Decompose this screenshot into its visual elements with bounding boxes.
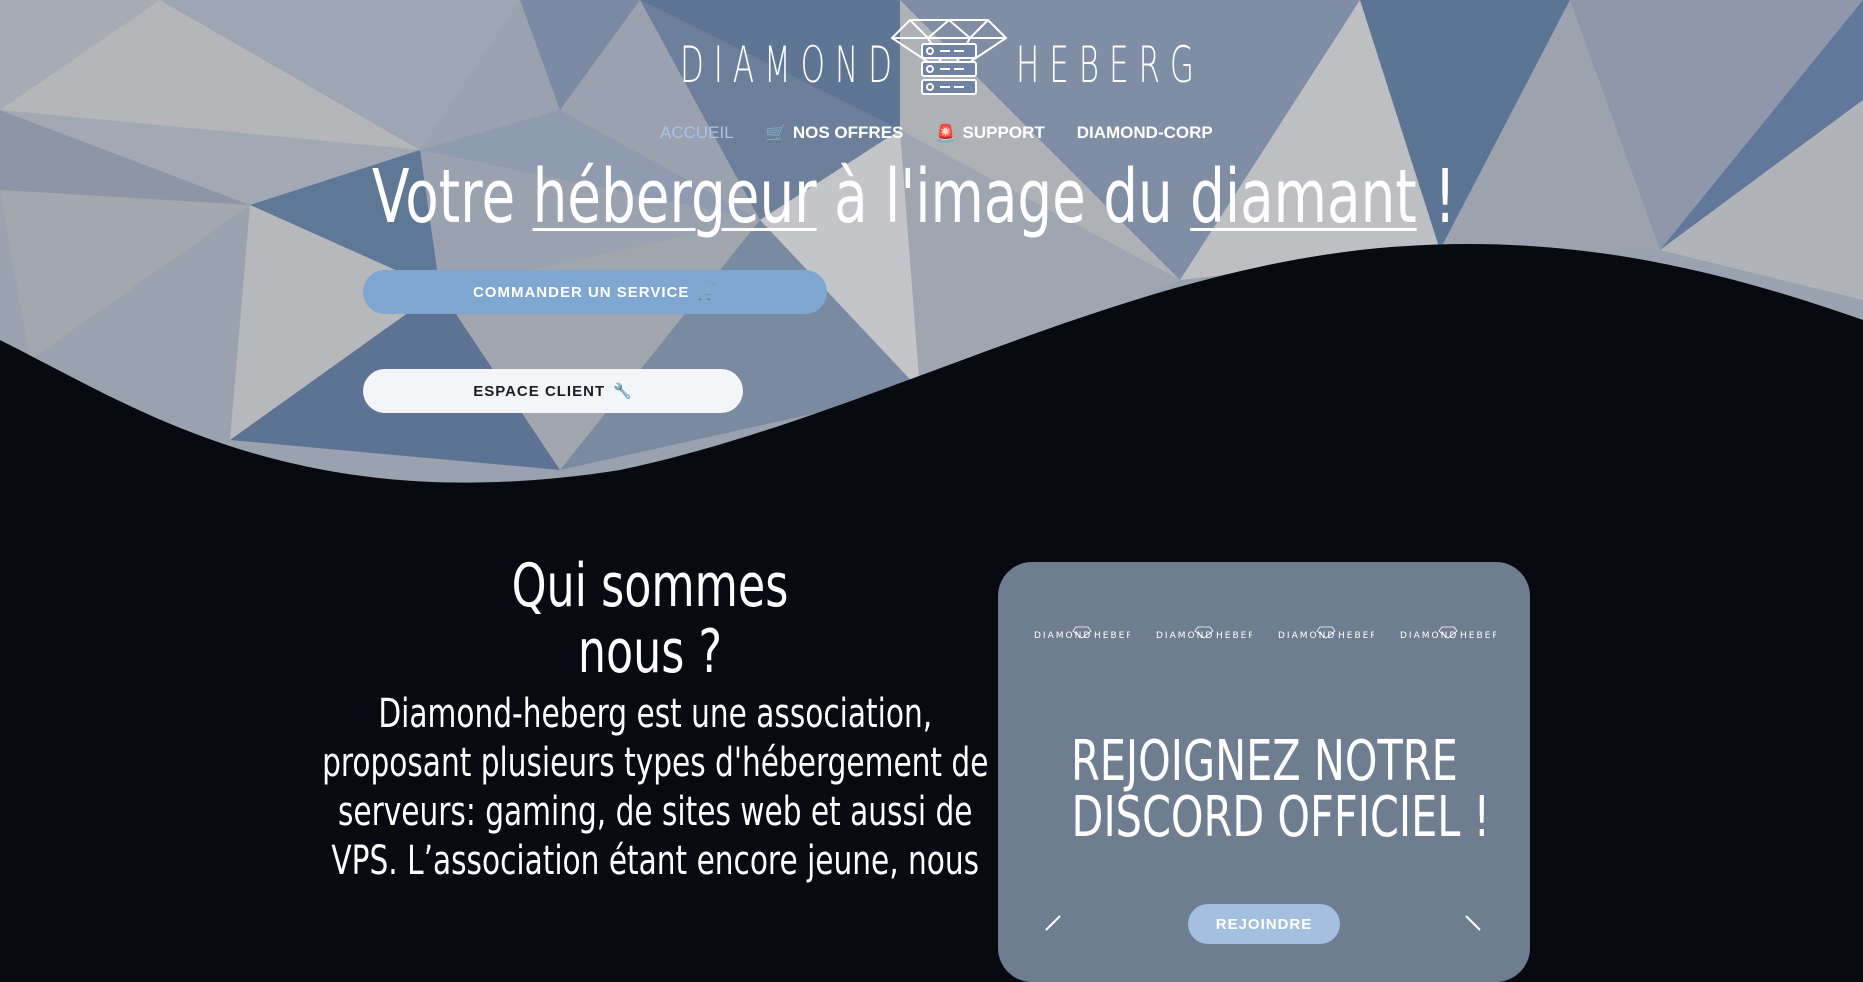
- svg-text:DIAMOND: DIAMOND: [1034, 631, 1092, 641]
- carousel-next-arrow-icon[interactable]: [1456, 914, 1486, 944]
- wrench-icon: 🔧: [613, 383, 633, 400]
- about-title: Qui sommes nous ?: [440, 553, 860, 685]
- svg-text:HEBERG: HEBERG: [1094, 631, 1130, 641]
- mini-logo-strip: DIAMONDHEBERG DIAMONDHEBERG DIAMONDHEBER…: [1034, 624, 1496, 644]
- svg-text:HEBERG: HEBERG: [1338, 631, 1374, 641]
- nav-item-accueil[interactable]: ACCUEIL: [660, 123, 734, 143]
- svg-text:DIAMOND: DIAMOND: [1400, 631, 1458, 641]
- discord-join-label: REJOINDRE: [1215, 916, 1313, 933]
- svg-text:HEBERG: HEBERG: [1460, 631, 1496, 641]
- hero-title-part: !: [1416, 154, 1457, 240]
- brand-mini-logo: DIAMONDHEBERG: [1156, 626, 1252, 641]
- siren-icon: 🚨: [935, 123, 957, 143]
- cart-icon: 🛒: [765, 123, 787, 143]
- nav-item-label: DIAMOND-CORP: [1076, 123, 1213, 142]
- hero-title-part: à l'image du: [816, 154, 1191, 240]
- about-text-body: Diamond-heberg est une association, prop…: [321, 691, 989, 884]
- diamond-server-icon: [890, 19, 1008, 95]
- svg-text:HEBERG: HEBERG: [1216, 631, 1252, 641]
- brand-mini-logo: DIAMONDHEBERG: [1034, 626, 1130, 641]
- nav-item-nos-offres[interactable]: 🛒 NOS OFFRES: [766, 123, 904, 143]
- hero-title-keyword: hébergeur: [532, 154, 817, 240]
- discord-heading-line2: DISCORD OFFICIEL !: [1071, 785, 1491, 850]
- nav-item-label: SUPPORT: [962, 123, 1045, 142]
- svg-text:DIAMOND: DIAMOND: [1156, 631, 1214, 641]
- about-title-text: Qui sommes nous ?: [511, 551, 789, 687]
- about-text: Diamond-heberg est une association, prop…: [320, 690, 990, 886]
- hero-title-keyword: diamant: [1190, 154, 1417, 240]
- svg-text:DIAMOND: DIAMOND: [1278, 631, 1336, 641]
- brand-mini-logo: DIAMONDHEBERG: [1278, 626, 1374, 641]
- discord-heading-line1: REJOIGNEZ NOTRE: [1070, 729, 1458, 794]
- discord-heading: REJOIGNEZ NOTRE DISCORD OFFICIEL !: [998, 734, 1530, 846]
- order-service-button[interactable]: COMMANDER UN SERVICE 🛒: [363, 270, 827, 314]
- nav-item-label: ACCUEIL: [660, 123, 734, 142]
- order-service-label: COMMANDER UN SERVICE: [472, 283, 690, 301]
- hero-title-part: Votre: [372, 154, 533, 240]
- brand-name-right: HEBERG: [1016, 36, 1204, 94]
- nav-item-diamond-corp[interactable]: DIAMOND-CORP: [1077, 123, 1213, 143]
- client-area-button[interactable]: ESPACE CLIENT 🔧: [363, 369, 743, 413]
- brand-mini-logo: DIAMONDHEBERG: [1400, 626, 1496, 641]
- nav-item-support[interactable]: 🚨 SUPPORT: [935, 123, 1044, 143]
- brand-logo[interactable]: DIAMOND HEBERG: [680, 12, 1194, 102]
- brand-name-left: DIAMOND: [680, 36, 902, 94]
- discord-card: DIAMONDHEBERG DIAMONDHEBERG DIAMONDHEBER…: [998, 562, 1530, 982]
- discord-join-button[interactable]: REJOINDRE: [1188, 904, 1340, 944]
- carousel-prev-arrow-icon[interactable]: [1040, 914, 1070, 944]
- nav-item-label: NOS OFFRES: [792, 123, 904, 142]
- main-nav: ACCUEIL 🛒 NOS OFFRES 🚨 SUPPORT DIAMOND-C…: [660, 120, 1213, 146]
- client-area-label: ESPACE CLIENT: [473, 382, 606, 400]
- hero-title: Votre hébergeur à l'image du diamant !: [372, 160, 1456, 234]
- cart-icon: 🛒: [697, 284, 718, 301]
